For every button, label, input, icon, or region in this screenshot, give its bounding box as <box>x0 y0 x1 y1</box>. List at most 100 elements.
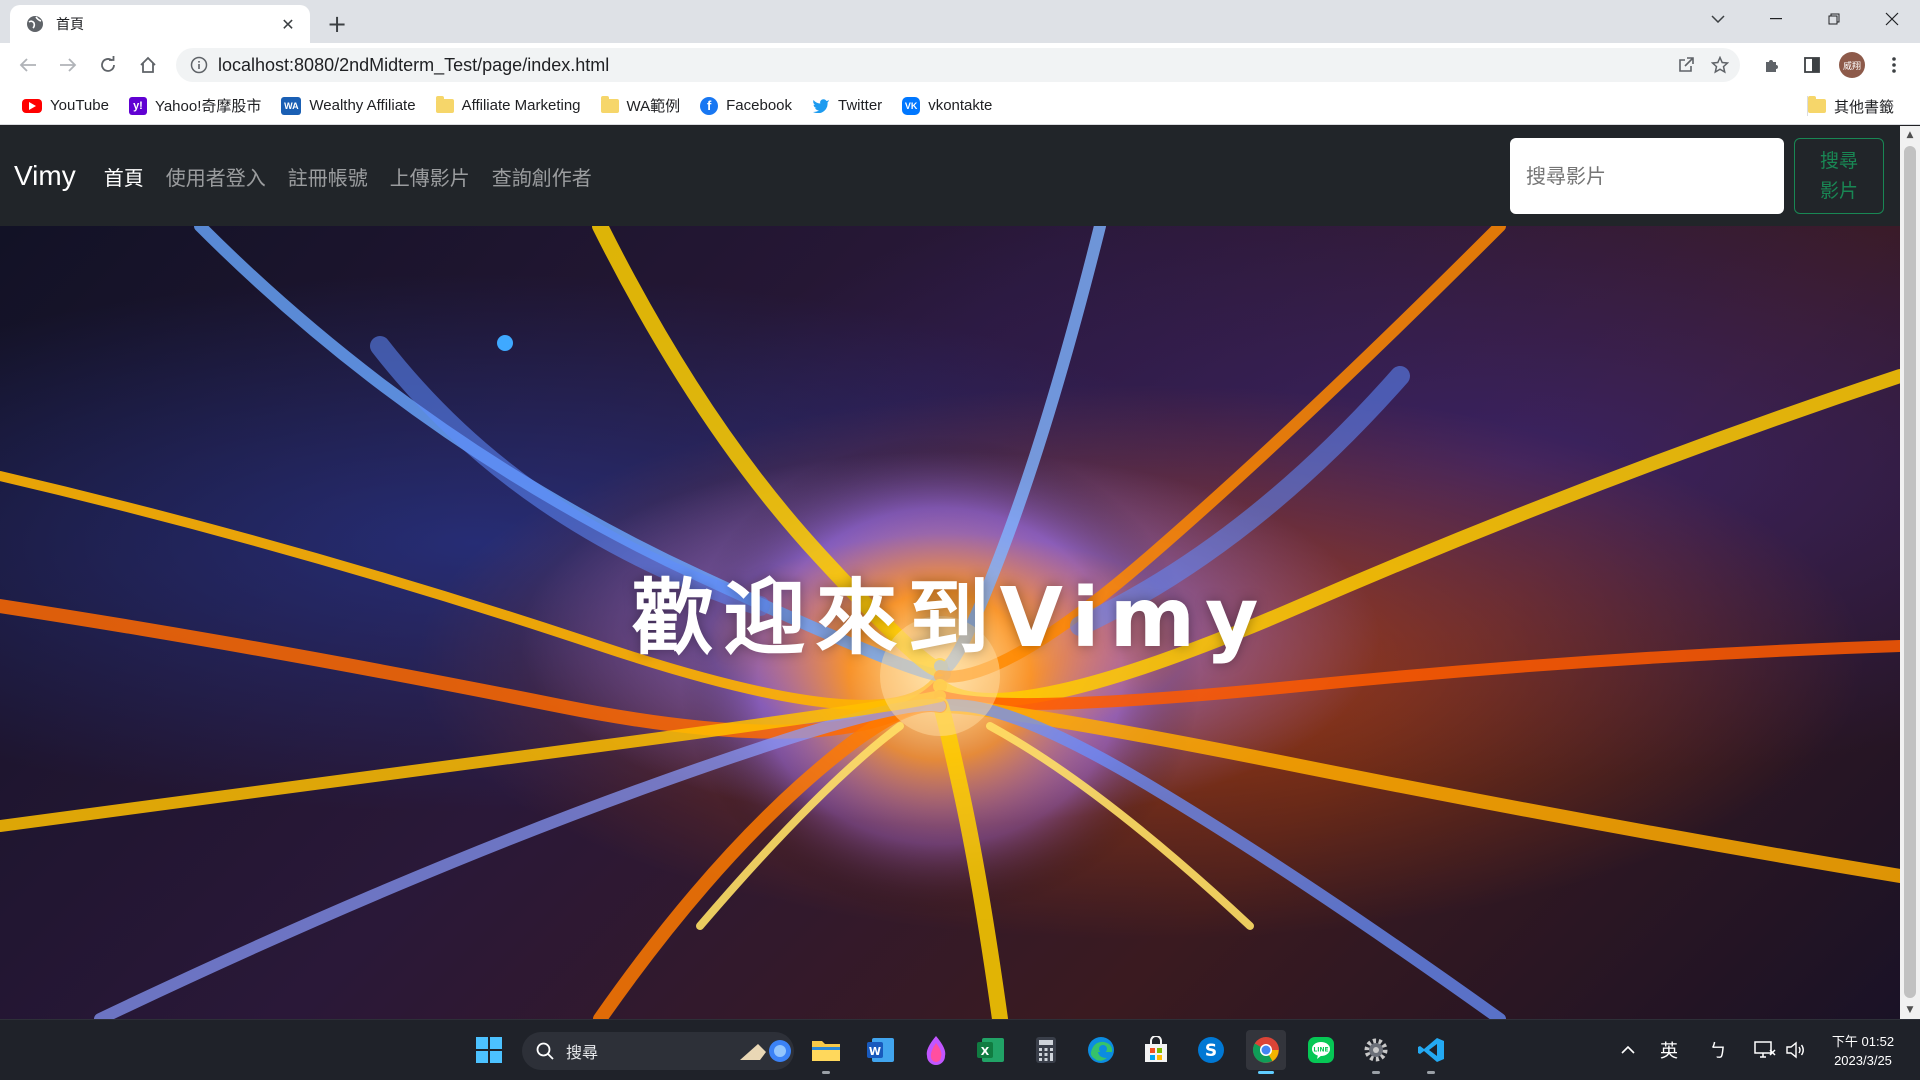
windows-taskbar: 搜尋 W X S LINE 英 ㄅ 下午 01:52 2023/3/25 <box>0 1019 1920 1080</box>
taskbar-search[interactable]: 搜尋 <box>522 1032 794 1070</box>
bookmark-star-icon[interactable] <box>1706 51 1734 79</box>
bookmark-other-folder[interactable]: 其他書籤 <box>1800 91 1902 121</box>
extensions-icon[interactable] <box>1758 51 1786 79</box>
bookmark-label: Wealthy Affiliate <box>309 97 416 114</box>
ime-mode[interactable]: ㄅ <box>1706 1036 1730 1064</box>
calculator-icon[interactable] <box>1026 1030 1066 1070</box>
scroll-thumb[interactable] <box>1904 146 1916 998</box>
globe-icon <box>27 16 43 32</box>
bookmark-facebook[interactable]: f Facebook <box>692 91 800 121</box>
running-indicator <box>1427 1071 1435 1074</box>
paint-icon[interactable] <box>916 1030 956 1070</box>
yahoo-icon: y! <box>128 96 147 115</box>
bookmark-yahoo[interactable]: y! Yahoo!奇摩股市 <box>121 91 269 121</box>
site-info-icon[interactable] <box>190 56 208 74</box>
wealthy-affiliate-icon: WA <box>281 96 302 115</box>
youtube-icon <box>22 98 42 113</box>
clock-date: 2023/3/25 <box>1834 1053 1892 1068</box>
bookmark-label: Affiliate Marketing <box>461 97 581 114</box>
bookmark-label: YouTube <box>50 97 109 114</box>
close-window-icon[interactable] <box>1864 0 1920 38</box>
excel-icon[interactable]: X <box>971 1030 1011 1070</box>
back-icon[interactable] <box>14 51 42 79</box>
url-text: localhost:8080/2ndMidterm_Test/page/inde… <box>218 54 610 75</box>
vscode-icon[interactable] <box>1411 1030 1451 1074</box>
nav-home[interactable]: 首頁 <box>104 162 144 191</box>
taskbar-search-label: 搜尋 <box>566 1043 599 1062</box>
skype-icon[interactable]: S <box>1191 1030 1231 1070</box>
restore-icon[interactable] <box>1806 0 1862 38</box>
bookmark-label: vkontakte <box>928 97 993 114</box>
page-scrollbar[interactable]: ▲ ▼ <box>1900 126 1920 1019</box>
video-search-button[interactable]: 搜尋 影片 <box>1794 138 1884 214</box>
svg-text:LINE: LINE <box>1313 1047 1328 1054</box>
search-button-label: 搜尋 <box>1819 150 1858 172</box>
chevron-down-icon[interactable] <box>1690 0 1746 38</box>
bookmarks-bar: YouTube y! Yahoo!奇摩股市 WA Wealthy Affilia… <box>0 87 1920 125</box>
forward-icon[interactable] <box>54 51 82 79</box>
new-tab-icon[interactable]: + <box>322 9 352 39</box>
menu-icon[interactable] <box>1880 51 1908 79</box>
tab-title: 首頁 <box>56 17 84 33</box>
file-explorer-icon[interactable] <box>806 1030 846 1074</box>
video-search-input[interactable] <box>1510 138 1784 214</box>
nav-login[interactable]: 使用者登入 <box>166 162 266 191</box>
search-icon <box>536 1042 554 1060</box>
edge-icon[interactable] <box>1081 1030 1121 1070</box>
chevron-up-icon[interactable] <box>1616 1036 1640 1064</box>
nav-register[interactable]: 註冊帳號 <box>288 162 368 191</box>
nav-upload[interactable]: 上傳影片 <box>390 162 470 191</box>
network-icon[interactable] <box>1752 1036 1778 1064</box>
store-icon[interactable] <box>1136 1030 1176 1070</box>
video-search-form: 搜尋 影片 <box>1510 138 1884 214</box>
folder-icon <box>435 95 454 113</box>
search-button-label: 影片 <box>1819 180 1858 202</box>
folder-icon <box>1807 96 1826 113</box>
bookmark-folder-affiliate-marketing[interactable]: Affiliate Marketing <box>428 91 589 121</box>
volume-icon[interactable] <box>1782 1036 1808 1064</box>
site-brand[interactable]: Vimy <box>14 160 76 192</box>
browser-tab[interactable]: 首頁 ✕ <box>10 5 310 43</box>
bookmark-wealthy-affiliate[interactable]: WA Wealthy Affiliate <box>273 91 423 121</box>
profile-avatar[interactable]: 威翔 <box>1838 51 1866 79</box>
running-indicator <box>1258 1071 1274 1074</box>
system-clock[interactable]: 下午 01:52 2023/3/25 <box>1816 1032 1910 1070</box>
close-tab-icon[interactable]: ✕ <box>278 14 298 34</box>
hero-banner: 歡迎來到Vimy <box>0 226 1900 1019</box>
reload-icon[interactable] <box>94 51 122 79</box>
side-panel-icon[interactable] <box>1798 51 1826 79</box>
bookmark-youtube[interactable]: YouTube <box>14 91 117 121</box>
page-viewport: Vimy 首頁 使用者登入 註冊帳號 上傳影片 查詢創作者 搜尋 影片 搜尋 影… <box>0 126 1900 1019</box>
nav-search-creator[interactable]: 查詢創作者 <box>492 162 592 191</box>
bookmark-folder-wa-examples[interactable]: WA範例 <box>593 91 689 121</box>
clock-time: 下午 01:52 <box>1831 1034 1895 1049</box>
minimize-icon[interactable] <box>1748 0 1804 38</box>
bookmark-label: Twitter <box>838 97 883 114</box>
search-highlight-icon <box>740 1040 791 1062</box>
bookmark-label: 其他書籤 <box>1833 98 1894 116</box>
home-icon[interactable] <box>134 51 162 79</box>
scroll-down-icon[interactable]: ▼ <box>1900 1001 1920 1019</box>
hero-title: 歡迎來到Vimy <box>631 571 1269 666</box>
folder-icon <box>600 95 619 113</box>
ime-language[interactable]: 英 <box>1656 1036 1682 1064</box>
windows-start-icon[interactable] <box>469 1030 509 1070</box>
browser-toolbar: localhost:8080/2ndMidterm_Test/page/inde… <box>0 43 1920 87</box>
word-icon[interactable]: W <box>861 1030 901 1070</box>
facebook-icon: f <box>700 96 719 115</box>
bookmark-label: Yahoo!奇摩股市 <box>154 98 262 115</box>
settings-icon[interactable] <box>1356 1030 1396 1074</box>
bookmark-label: WA範例 <box>626 98 681 115</box>
address-bar[interactable]: localhost:8080/2ndMidterm_Test/page/inde… <box>176 48 1740 82</box>
bookmark-vkontakte[interactable]: VK vkontakte <box>894 91 1000 121</box>
avatar: 威翔 <box>1839 52 1865 78</box>
share-icon[interactable] <box>1672 51 1700 79</box>
bookmark-twitter[interactable]: Twitter <box>804 91 890 121</box>
site-navbar: Vimy 首頁 使用者登入 註冊帳號 上傳影片 查詢創作者 搜尋 影片 <box>0 126 1900 226</box>
chrome-icon[interactable] <box>1246 1030 1286 1074</box>
running-indicator <box>1372 1071 1380 1074</box>
tab-strip: 首頁 ✕ + <box>0 0 1920 43</box>
scroll-up-icon[interactable]: ▲ <box>1900 126 1920 144</box>
vk-icon: VK <box>902 96 921 115</box>
line-icon[interactable]: LINE <box>1301 1030 1341 1070</box>
